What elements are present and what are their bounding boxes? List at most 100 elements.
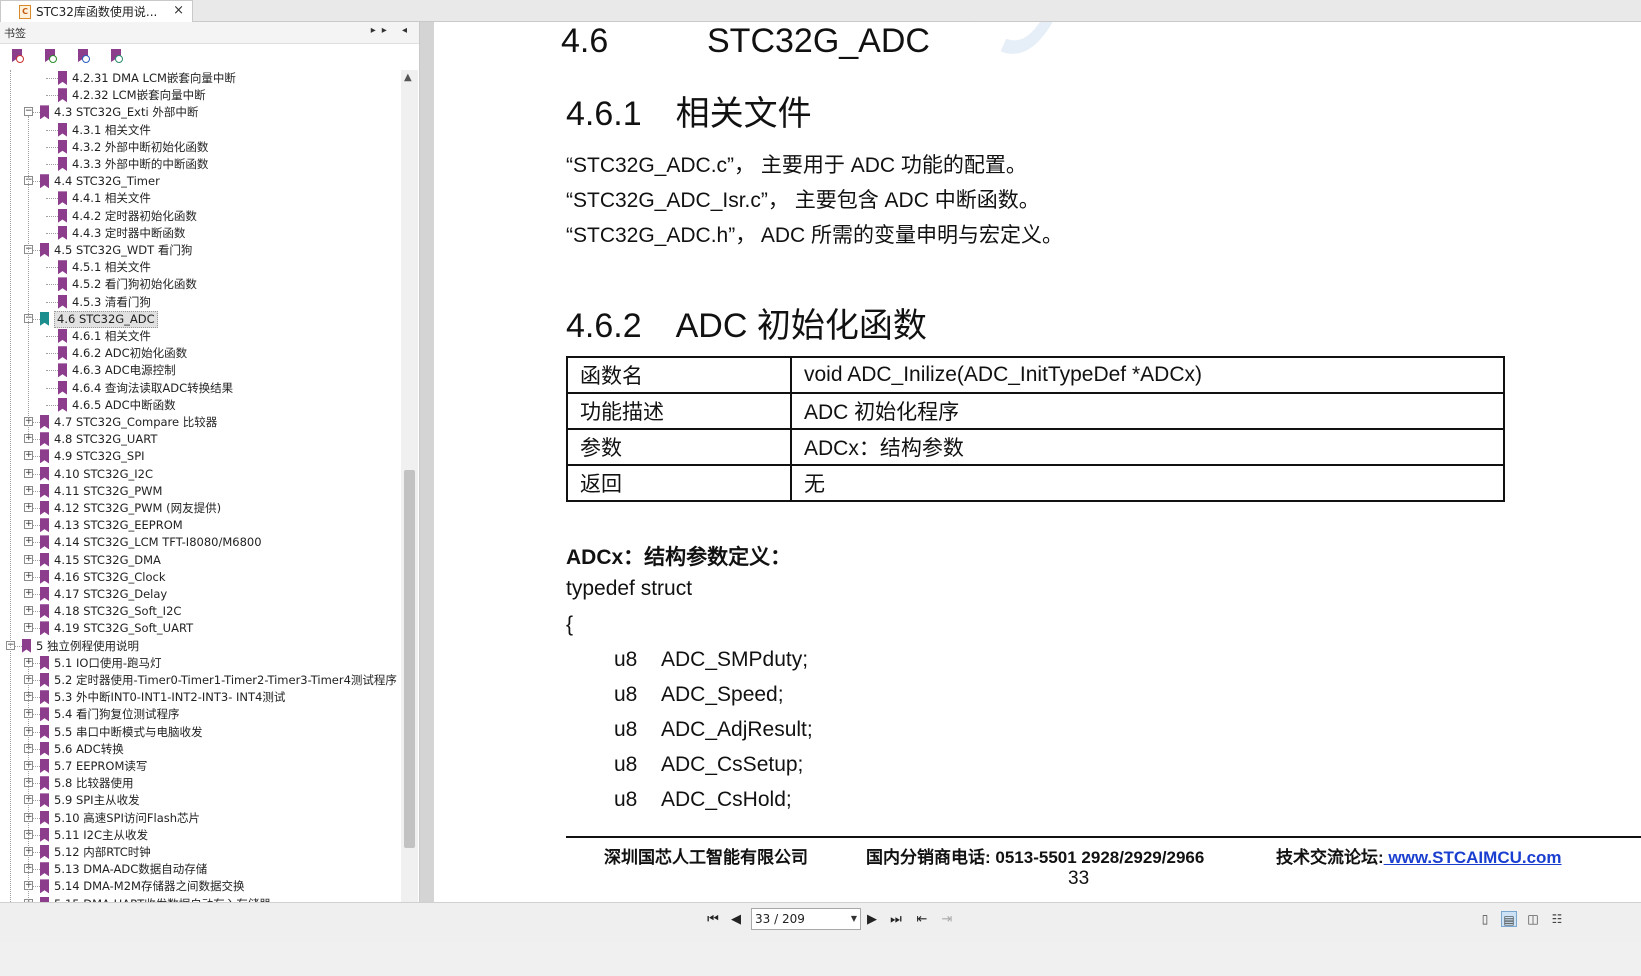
scroll-up-icon[interactable]: ▲ [404,72,412,83]
single-page-view-icon[interactable]: ▯ [1477,911,1493,927]
subsection-number: 4.6.1 [566,95,642,133]
bookmark-item[interactable]: +4.18 STC32G_Soft_I2C [0,603,400,620]
bookmark-item[interactable]: 4.3.1 相关文件 [0,122,400,139]
bookmark-item[interactable]: +5.4 看门狗复位测试程序 [0,706,400,723]
bookmark-icon [40,845,49,859]
table-row: 功能描述 ADC 初始化程序 [566,392,1505,430]
bookmark-item[interactable]: +5.1 IO口使用-跑马灯 [0,655,400,672]
expand-icon[interactable]: + [24,571,33,581]
expand-icon[interactable]: + [24,503,33,512]
add-bookmark-icon[interactable] [43,49,57,65]
delete-bookmark-icon[interactable] [10,49,24,65]
bookmark-label: 4.7 STC32G_Compare 比较器 [54,415,218,429]
bookmark-icon [40,810,49,825]
bookmark-item[interactable]: −4.4 STC32G_Timer [0,173,400,190]
bookmark-item[interactable]: +4.8 STC32G_UART [0,431,400,448]
bookmark-item[interactable]: +5.5 串口中断模式与电脑收发 [0,724,400,741]
bookmark-icon [40,587,49,601]
tab-bar: C STC32库函数使用说... × [0,0,1641,22]
bookmark-item[interactable]: +4.13 STC32G_EEPROM [0,517,400,534]
scrollbar-thumb[interactable] [404,470,415,848]
bookmark-item[interactable]: 4.6.5 ADC中断函数 [0,397,400,414]
continuous-view-icon[interactable]: ▤ [1501,911,1517,927]
bookmark-item[interactable]: +4.10 STC32G_I2C [0,466,400,483]
bookmark-label: 4.9 STC32G_SPI [54,449,145,464]
expand-icon[interactable]: + [24,485,33,495]
bookmark-item[interactable]: 4.3.3 外部中断的中断函数 [0,156,400,173]
expand-bookmark-icon[interactable] [76,49,90,65]
bookmark-item[interactable]: 4.6.3 ADC电源控制 [0,362,400,379]
two-page-continuous-view-icon[interactable]: ☷ [1549,911,1565,927]
bookmark-item[interactable]: +5.6 ADC转换 [0,741,400,758]
bookmark-label: 4.12 STC32G_PWM (网友提供) [54,501,222,515]
bookmark-item[interactable]: +4.11 STC32G_PWM [0,483,400,500]
chevron-down-icon[interactable]: ▼ [851,909,857,929]
previous-page-button[interactable]: ◀ [727,911,745,929]
bookmark-item[interactable]: 4.6.4 查询法读取ADC转换结果 [0,380,400,397]
bookmark-item[interactable]: +5.11 I2C主从收发 [0,827,400,844]
bookmark-item[interactable]: +5.13 DMA-ADC数据自动存储 [0,861,400,878]
expand-icon[interactable]: + [24,554,33,564]
document-tab[interactable]: C STC32库函数使用说... × [0,0,193,22]
panel-collapse-controls[interactable]: ▸▸ ◂ [371,25,413,36]
bookmark-item[interactable]: +5.14 DMA-M2M存储器之间数据交换 [0,878,400,895]
bookmark-item[interactable]: +4.7 STC32G_Compare 比较器 [0,414,400,431]
bookmark-item[interactable]: −4.6 STC32G_ADC [0,310,400,328]
bookmark-item[interactable]: +4.14 STC32G_LCM TFT-I8080/M6800 [0,534,400,551]
two-page-view-icon[interactable]: ◫ [1525,911,1541,927]
bookmark-item[interactable]: 4.2.32 LCM嵌套向量中断 [0,87,400,104]
code-field-name: ADC_CsSetup; [661,753,804,776]
bookmark-item[interactable]: 4.5.3 清看门狗 [0,294,400,311]
go-back-icon[interactable]: ⇤ [913,911,931,929]
bookmark-item[interactable]: −4.3 STC32G_Exti 外部中断 [0,104,400,121]
expand-icon[interactable]: + [24,468,33,478]
bookmark-item[interactable]: 4.6.1 相关文件 [0,328,400,345]
bookmark-item[interactable]: +5.8 比较器使用 [0,775,400,792]
file-description-line: “STC32G_ADC.c”， 主要用于 ADC 功能的配置。 [566,154,1027,177]
bookmark-item[interactable]: +4.16 STC32G_Clock [0,569,400,586]
expand-icon[interactable]: + [24,589,33,598]
expand-icon[interactable]: + [24,520,33,530]
bookmark-item[interactable]: −5 独立例程使用说明 [0,638,400,655]
bookmark-item[interactable]: +4.17 STC32G_Delay [0,586,400,603]
go-forward-icon[interactable]: ⇥ [938,911,956,929]
bookmark-scrollbar[interactable]: ▲ ▼ [401,70,418,922]
expand-icon[interactable]: + [24,451,33,461]
bookmark-item[interactable]: +5.2 定时器使用-Timer0-Timer1-Timer2-Timer3-T… [0,672,400,689]
bookmark-item[interactable]: +4.9 STC32G_SPI [0,448,400,465]
page-selector[interactable]: 33 / 209 ▼ [751,908,861,930]
bookmark-item[interactable]: 4.4.1 相关文件 [0,190,400,207]
footer-forum-link[interactable]: www.STCAIMCU.com [1384,848,1561,867]
last-page-button[interactable]: ⏭ [887,911,905,929]
bookmark-item[interactable]: +5.3 外中断INT0-INT1-INT2-INT3- INT4测试 [0,689,400,706]
close-tab-icon[interactable]: × [173,3,184,18]
bookmark-item[interactable]: +4.15 STC32G_DMA [0,552,400,569]
bookmark-item[interactable]: +5.7 EEPROM读写 [0,758,400,775]
expand-icon[interactable]: + [24,623,33,633]
bookmark-item[interactable]: 4.6.2 ADC初始化函数 [0,345,400,362]
code-field-type: u8 [614,683,638,706]
bookmark-item[interactable]: 4.2.31 DMA LCM嵌套向量中断 [0,70,400,87]
bookmark-label: 5.11 I2C主从收发 [54,827,148,842]
bookmark-icon [40,707,49,722]
bookmark-item[interactable]: 4.5.2 看门狗初始化函数 [0,276,400,293]
expand-icon[interactable]: + [24,537,33,547]
bookmark-item[interactable]: 4.4.2 定时器初始化函数 [0,208,400,225]
bookmark-item[interactable]: +5.12 内部RTC时钟 [0,844,400,861]
bookmark-item[interactable]: +4.12 STC32G_PWM (网友提供) [0,500,400,517]
expand-icon[interactable]: + [24,606,33,616]
bookmark-item[interactable]: +5.9 SPI主从收发 [0,792,400,809]
find-bookmark-icon[interactable] [109,49,123,65]
bookmark-label: 5.9 SPI主从收发 [54,793,140,808]
panel-splitter[interactable] [420,22,434,942]
bookmark-item[interactable]: +5.10 高速SPI访问Flash芯片 [0,810,400,827]
bookmark-item[interactable]: −4.5 STC32G_WDT 看门狗 [0,242,400,259]
code-field-name: ADC_AdjResult; [661,718,813,741]
first-page-button[interactable]: ⏮ [704,911,722,929]
bookmark-label: 5.7 EEPROM读写 [54,759,148,773]
bookmark-item[interactable]: +4.19 STC32G_Soft_UART [0,620,400,637]
bookmark-item[interactable]: 4.3.2 外部中断初始化函数 [0,139,400,156]
bookmark-item[interactable]: 4.4.3 定时器中断函数 [0,225,400,242]
next-page-button[interactable]: ▶ [863,911,881,929]
bookmark-item[interactable]: 4.5.1 相关文件 [0,259,400,276]
